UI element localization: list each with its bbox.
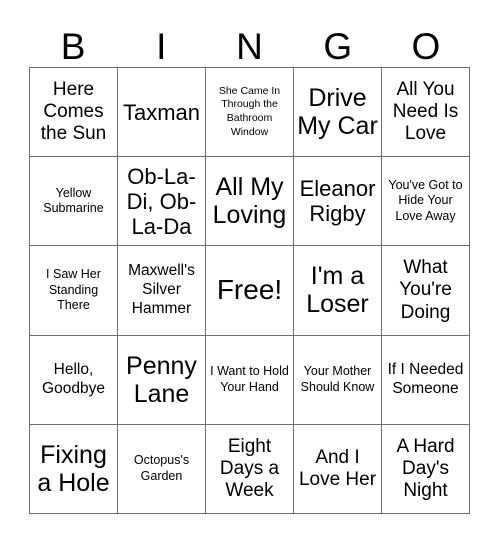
bingo-cell[interactable]: What You're Doing <box>382 246 470 336</box>
bingo-cell-label: Yellow Submarine <box>43 185 104 216</box>
bingo-cell[interactable]: You've Got to Hide Your Love Away <box>382 157 470 247</box>
bingo-cell-label: Taxman <box>122 99 201 125</box>
bingo-cell-label: She Came In Through the Bathroom Window <box>218 84 281 138</box>
bingo-cell[interactable]: Here Comes the Sun <box>30 68 118 158</box>
bingo-cell-label: Ob-La-Di, Ob-La-Da <box>126 163 197 239</box>
bingo-cell[interactable]: Ob-La-Di, Ob-La-Da <box>118 157 206 247</box>
bingo-cell-label: A Hard Day's Night <box>396 435 455 501</box>
bingo-cell[interactable]: I Want to Hold Your Hand <box>206 335 294 425</box>
header-letter-n: N <box>236 26 263 67</box>
bingo-cell[interactable]: Drive My Car <box>294 68 382 158</box>
bingo-cell-label: And I Love Her <box>298 446 377 490</box>
bingo-header: B I N G O <box>29 18 470 67</box>
bingo-cell-label: Your Mother Should Know <box>300 364 375 394</box>
bingo-cell-label: Maxwell's Silver Hammer <box>128 262 195 317</box>
bingo-cell[interactable]: Penny Lane <box>118 335 206 425</box>
header-letter-b: B <box>60 26 86 67</box>
bingo-cell[interactable]: Hello, Goodbye <box>30 335 118 425</box>
bingo-cell[interactable]: Eight Days a Week <box>206 424 294 514</box>
bingo-cell[interactable]: I'm a Loser <box>294 246 382 336</box>
bingo-cell[interactable]: Taxman <box>118 68 206 158</box>
bingo-cell[interactable]: If I Needed Someone <box>382 335 470 425</box>
bingo-cell[interactable]: All You Need Is Love <box>382 68 470 158</box>
bingo-cell-label: Eight Days a Week <box>219 435 280 501</box>
bingo-cell-label: Drive My Car <box>297 84 378 141</box>
bingo-cell-label: All My Loving <box>212 173 287 230</box>
bingo-cell[interactable]: Your Mother Should Know <box>294 335 382 425</box>
bingo-cell-label: What You're Doing <box>399 257 452 323</box>
bingo-cell-label: Octopus's Garden <box>133 453 190 483</box>
header-letter-o: O <box>411 26 441 67</box>
bingo-cell[interactable]: All My Loving <box>206 157 294 247</box>
bingo-cell[interactable]: Yellow Submarine <box>30 157 118 247</box>
bingo-free-space[interactable]: Free! <box>206 246 294 336</box>
header-letter-i: I <box>156 26 167 67</box>
bingo-cell-label: Here Comes the Sun <box>40 79 107 145</box>
bingo-cell-label: If I Needed Someone <box>387 360 464 397</box>
bingo-cell-label: Eleanor Rigby <box>299 176 376 227</box>
bingo-card: B I N G O Here Comes the Sun Taxman She Ca… <box>0 0 500 544</box>
bingo-cell[interactable]: Fixing a Hole <box>30 424 118 514</box>
bingo-cell-label: I Want to Hold Your Hand <box>210 364 289 394</box>
bingo-cell[interactable]: Eleanor Rigby <box>294 157 382 247</box>
bingo-cell[interactable]: She Came In Through the Bathroom Window <box>206 68 294 158</box>
bingo-cell[interactable]: And I Love Her <box>294 424 382 514</box>
bingo-cell[interactable]: I Saw Her Standing There <box>30 246 118 336</box>
bingo-cell-label: Penny Lane <box>126 351 197 408</box>
bingo-cell-label: I Saw Her Standing There <box>46 267 101 313</box>
bingo-cell-label: I'm a Loser <box>306 262 369 319</box>
bingo-cell-label: You've Got to Hide Your Love Away <box>388 177 463 224</box>
bingo-cell-label: All You Need Is Love <box>392 79 459 145</box>
bingo-cell-label: Hello, Goodbye <box>42 360 105 397</box>
bingo-cell[interactable]: A Hard Day's Night <box>382 424 470 514</box>
bingo-cell[interactable]: Maxwell's Silver Hammer <box>118 246 206 336</box>
bingo-grid: Here Comes the Sun Taxman She Came In Thro… <box>29 67 470 514</box>
bingo-cell[interactable]: Octopus's Garden <box>118 424 206 514</box>
free-space-label: Free! <box>216 274 283 306</box>
header-letter-g: G <box>323 26 353 67</box>
bingo-cell-label: Fixing a Hole <box>37 440 110 497</box>
